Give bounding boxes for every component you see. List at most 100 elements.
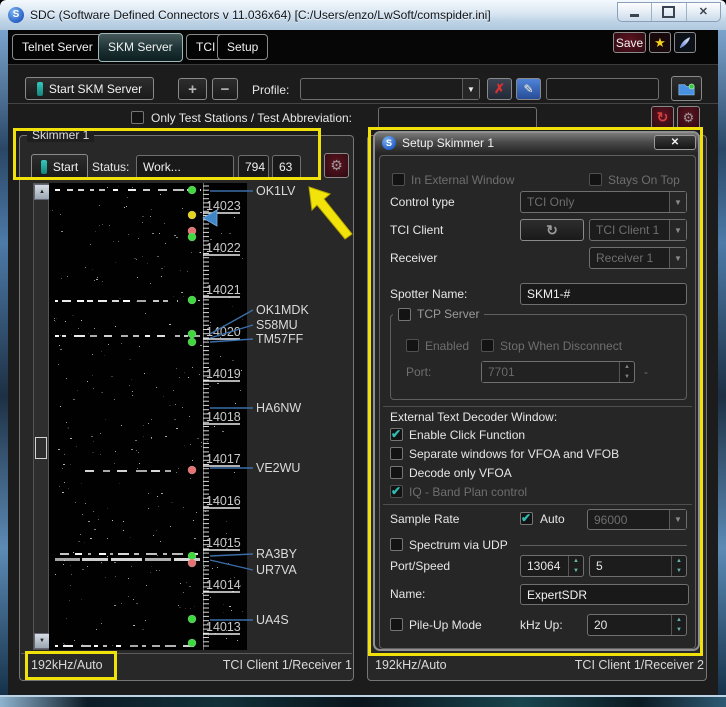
- name-input[interactable]: ExpertSDR: [520, 584, 689, 605]
- stays-on-top-checkbox[interactable]: [589, 173, 602, 186]
- spot-marker[interactable]: [187, 232, 197, 242]
- separate-windows-checkbox[interactable]: [390, 447, 403, 460]
- minimize-icon: [630, 13, 640, 17]
- application-window: S SDC (Software Defined Connectors v 11.…: [0, 0, 726, 707]
- scroll-up-button[interactable]: ▲: [34, 184, 50, 200]
- spot-callsign[interactable]: TM57FF: [256, 332, 304, 346]
- receiver-select[interactable]: Receiver 1 ▼: [589, 247, 687, 269]
- sample-rate-auto-checkbox[interactable]: [520, 511, 533, 525]
- profile-select[interactable]: ▼: [300, 78, 480, 100]
- skimmer1-start-button[interactable]: Start: [31, 154, 88, 179]
- minus-icon: −: [220, 80, 230, 98]
- spectrum-udp-checkbox[interactable]: [390, 538, 403, 551]
- save-button[interactable]: Save: [613, 32, 646, 53]
- setup-skimmer-dialog: S Setup Skimmer 1 ✕ In External Window S…: [373, 131, 700, 651]
- pileup-mode-checkbox[interactable]: [390, 618, 403, 631]
- tab-setup[interactable]: Setup: [217, 34, 269, 60]
- iq-band-plan-checkbox[interactable]: [390, 484, 403, 498]
- scroll-thumb[interactable]: [35, 437, 47, 459]
- spot-marker[interactable]: [187, 558, 197, 568]
- edit-profile-button[interactable]: ✎: [516, 78, 541, 100]
- reload-button[interactable]: ↻: [651, 106, 674, 129]
- stop-when-disconnect-checkbox[interactable]: [481, 339, 494, 352]
- decode-only-vfoa-checkbox[interactable]: [390, 466, 403, 479]
- spin-up-icon[interactable]: ▲: [672, 556, 686, 566]
- spin-down-icon[interactable]: ▼: [672, 625, 686, 635]
- control-type-select[interactable]: TCI Only ▼: [520, 191, 687, 213]
- tci-client-select[interactable]: TCI Client 1 ▼: [589, 219, 687, 241]
- maximize-button[interactable]: [652, 3, 687, 21]
- test-abbreviation-input[interactable]: [378, 107, 537, 130]
- minimize-button[interactable]: [618, 3, 653, 21]
- udp-speed-spinner[interactable]: 5 ▲ ▼: [589, 555, 687, 577]
- tcp-server-checkbox[interactable]: [398, 307, 411, 321]
- scroll-down-button[interactable]: ▼: [34, 633, 50, 649]
- add-profile-button[interactable]: +: [178, 78, 207, 100]
- only-test-stations-checkbox[interactable]: [131, 111, 144, 124]
- quill-button[interactable]: [674, 32, 696, 53]
- spot-callsign[interactable]: VE2WU: [256, 461, 300, 475]
- spin-up-icon[interactable]: ▲: [569, 556, 583, 566]
- spot-marker[interactable]: [187, 295, 197, 305]
- enable-click-checkbox[interactable]: [390, 427, 403, 441]
- freq-label: 14013: [206, 620, 241, 634]
- waterfall-scrollbar[interactable]: ▲ ▼: [33, 183, 50, 650]
- spot-callsign[interactable]: HA6NW: [256, 401, 301, 415]
- group-line: [520, 545, 687, 546]
- skimmer1-settings-button[interactable]: ⚙: [324, 153, 349, 178]
- spot-marker[interactable]: [187, 337, 197, 347]
- spot-callsign[interactable]: OK1LV: [256, 184, 296, 198]
- freq-label: 14021: [206, 283, 241, 297]
- window-controls: ✕: [617, 2, 721, 22]
- dialog-close-button[interactable]: ✕: [654, 135, 696, 150]
- tcp-enabled-checkbox[interactable]: [406, 339, 419, 352]
- sample-rate-auto-label: Auto: [540, 512, 565, 526]
- spin-down-icon[interactable]: ▼: [672, 566, 686, 576]
- spot-marker[interactable]: [187, 329, 197, 339]
- load-profile-button[interactable]: [671, 76, 702, 101]
- khz-up-spinner[interactable]: 20 ▲ ▼: [587, 614, 687, 636]
- spot-callsign[interactable]: OK1MDK: [256, 303, 309, 317]
- freq-label: 14019: [206, 367, 241, 381]
- spotter-name-input[interactable]: SKM1-#: [520, 283, 687, 305]
- sample-rate-select[interactable]: 96000 ▼: [587, 509, 687, 530]
- spot-callsign[interactable]: RA3BY: [256, 547, 298, 561]
- spot-callsign[interactable]: UR7VA: [256, 563, 297, 577]
- tcp-port-spinner[interactable]: 7701 ▲ ▼: [481, 361, 635, 383]
- spot-marker[interactable]: [187, 465, 197, 475]
- spot-marker[interactable]: [187, 210, 197, 220]
- favorites-button[interactable]: ★: [649, 32, 671, 53]
- spin-down-icon[interactable]: ▼: [569, 566, 583, 576]
- profile-name-input[interactable]: [546, 78, 659, 100]
- skimmer2-samplerate-status: 192kHz/Auto: [375, 658, 447, 672]
- udp-port-value: 13064: [527, 559, 561, 573]
- close-button[interactable]: ✕: [687, 3, 720, 21]
- spin-down-icon[interactable]: ▼: [620, 372, 634, 382]
- delete-profile-button[interactable]: ✗: [487, 78, 512, 100]
- window-titlebar: S SDC (Software Defined Connectors v 11.…: [0, 0, 726, 31]
- spot-marker[interactable]: [187, 185, 197, 195]
- footer-divider: [21, 653, 352, 654]
- spot-marker[interactable]: [187, 614, 197, 624]
- spot-callsign[interactable]: S58MU: [256, 318, 298, 332]
- tab-skm-server[interactable]: SKM Server: [98, 33, 183, 62]
- refresh-icon: ↻: [546, 221, 558, 238]
- start-skm-server-button[interactable]: Start SKM Server: [25, 77, 154, 100]
- udp-speed-value: 5: [596, 559, 603, 573]
- tci-reconnect-button[interactable]: ↻: [520, 219, 584, 241]
- in-external-window-checkbox[interactable]: [392, 173, 405, 186]
- spin-up-icon[interactable]: ▲: [672, 615, 686, 625]
- profile-value: [301, 79, 462, 99]
- tab-telnet-server[interactable]: Telnet Server: [12, 34, 103, 60]
- chevron-down-icon: ▼: [669, 192, 686, 212]
- udp-port-spinner[interactable]: 13064 ▲ ▼: [520, 555, 584, 577]
- dialog-titlebar[interactable]: S Setup Skimmer 1 ✕: [375, 133, 698, 153]
- global-settings-button[interactable]: ⚙: [677, 106, 700, 129]
- remove-profile-button[interactable]: −: [212, 78, 238, 100]
- chevron-down-icon: ▼: [669, 510, 686, 529]
- start-indicator-icon: [36, 81, 43, 96]
- spot-callsign[interactable]: UA4S: [256, 613, 289, 627]
- spot-marker[interactable]: [187, 638, 197, 648]
- spin-up-icon[interactable]: ▲: [620, 362, 634, 372]
- separate-windows-label: Separate windows for VFOA and VFOB: [409, 447, 620, 461]
